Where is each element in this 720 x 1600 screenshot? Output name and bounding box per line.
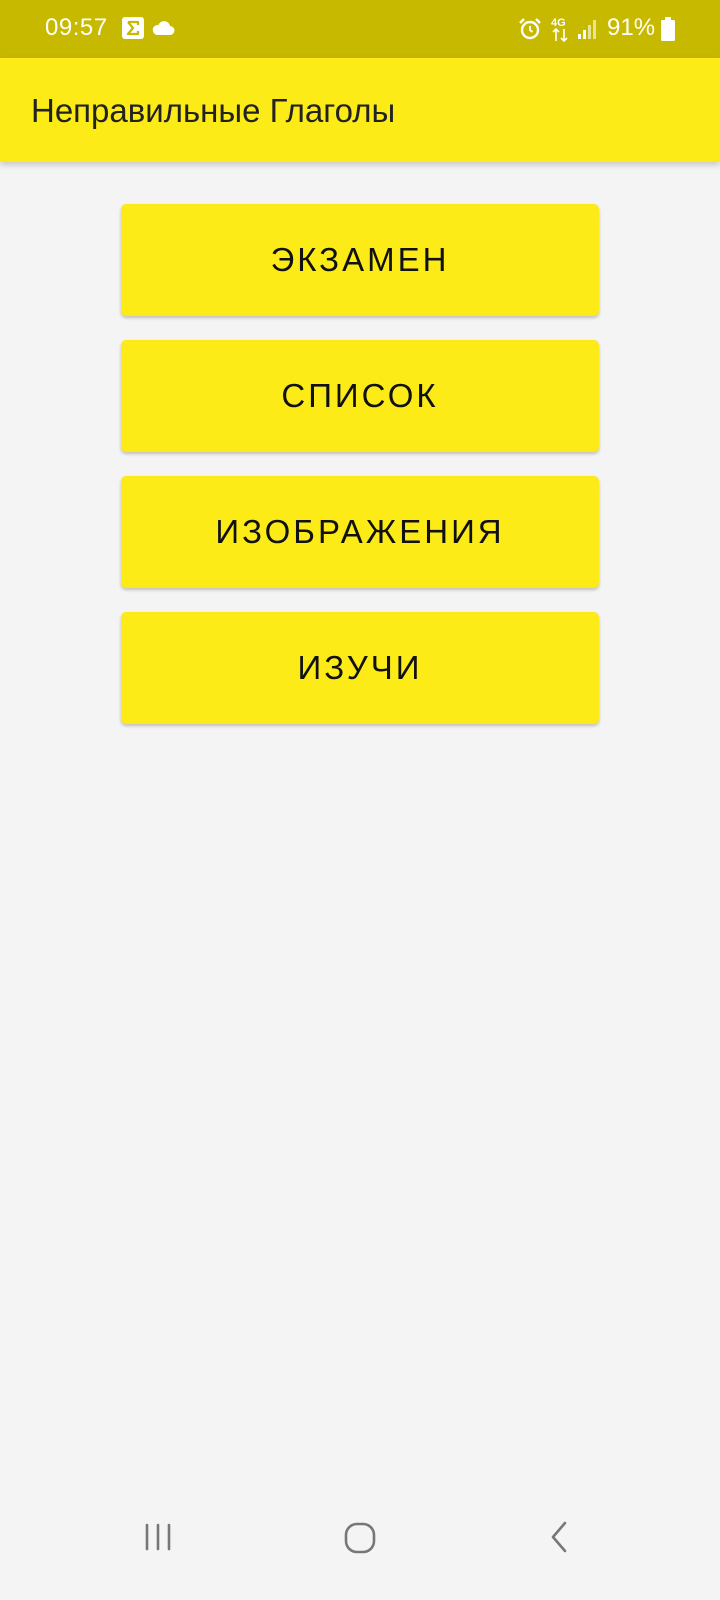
- main-menu: ЭКЗАМЕН СПИСОК ИЗОБРАЖЕНИЯ ИЗУЧИ: [121, 204, 599, 748]
- signal-icon: [578, 20, 596, 39]
- learn-button[interactable]: ИЗУЧИ: [121, 612, 599, 724]
- images-button[interactable]: ИЗОБРАЖЕНИЯ: [121, 476, 599, 588]
- battery-icon: [661, 17, 675, 41]
- home-icon[interactable]: [343, 1521, 377, 1555]
- recent-apps-icon[interactable]: [142, 1522, 174, 1552]
- list-button[interactable]: СПИСОК: [121, 340, 599, 452]
- app-bar: Неправильные Глаголы: [0, 58, 720, 162]
- cloud-icon: [152, 21, 175, 35]
- network-label: 4G: [551, 17, 566, 29]
- network-4g-icon: 4G: [551, 17, 568, 43]
- navigation-bar: [0, 1506, 720, 1600]
- page-title: Неправильные Глаголы: [31, 92, 396, 129]
- status-time: 09:57: [45, 14, 108, 41]
- back-icon[interactable]: [548, 1520, 570, 1554]
- exam-button[interactable]: ЭКЗАМЕН: [121, 204, 599, 316]
- sigma-icon: [122, 17, 144, 39]
- status-bar: 09:57 4G 91%: [0, 0, 720, 58]
- battery-percent: 91%: [607, 14, 656, 41]
- alarm-icon: [519, 18, 541, 40]
